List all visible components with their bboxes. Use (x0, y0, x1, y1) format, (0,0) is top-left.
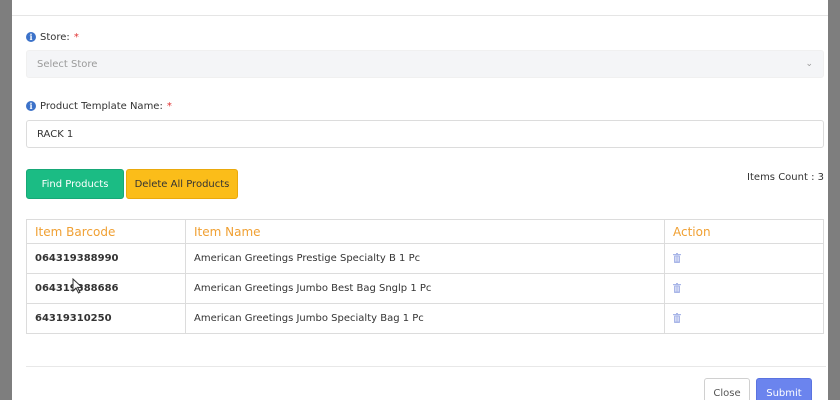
store-label-text: Store: (40, 31, 70, 43)
row-barcode: 064319388990 (26, 243, 186, 274)
store-select-placeholder: Select Store (37, 58, 98, 70)
submit-button[interactable]: Submit (756, 378, 812, 400)
template-name-label: i Product Template Name: * (26, 99, 172, 113)
header-action: Action (664, 219, 824, 244)
row-action-cell (664, 273, 824, 304)
row-action-cell (664, 243, 824, 274)
product-template-modal: i Store: * Select Store ⌄ i Product Temp… (12, 0, 828, 400)
required-mark: * (73, 31, 79, 43)
trash-icon[interactable] (673, 283, 681, 293)
required-mark: * (166, 100, 172, 112)
close-button[interactable]: Close (704, 378, 750, 400)
row-item-name: American Greetings Jumbo Specialty Bag 1… (185, 303, 665, 334)
row-barcode: 64319310250 (26, 303, 186, 334)
row-item-name: American Greetings Jumbo Best Bag Snglp … (185, 273, 665, 304)
trash-icon[interactable] (673, 253, 681, 263)
trash-icon[interactable] (673, 313, 681, 323)
items-count: Items Count : 3 (747, 172, 824, 183)
delete-all-products-button[interactable]: Delete All Products (126, 169, 238, 199)
items-table: Item Barcode Item Name Action 0643193889… (26, 219, 824, 334)
template-name-value: RACK 1 (37, 128, 74, 140)
store-label: i Store: * (26, 30, 79, 44)
row-item-name: American Greetings Prestige Specialty B … (185, 243, 665, 274)
modal-backdrop-left (0, 0, 12, 400)
footer-divider (26, 366, 826, 367)
store-select[interactable]: Select Store ⌄ (26, 50, 824, 78)
table-row: 064319388686 American Greetings Jumbo Be… (26, 273, 824, 304)
header-item-barcode: Item Barcode (26, 219, 186, 244)
info-icon: i (26, 32, 36, 42)
row-barcode: 064319388686 (26, 273, 186, 304)
row-action-cell (664, 303, 824, 334)
modal-backdrop-right (828, 0, 840, 400)
table-row: 64319310250 American Greetings Jumbo Spe… (26, 303, 824, 334)
header-item-name: Item Name (185, 219, 665, 244)
modal-header (12, 0, 828, 16)
mouse-cursor-icon (72, 278, 84, 294)
template-name-input[interactable]: RACK 1 (26, 120, 824, 148)
info-icon: i (26, 101, 36, 111)
template-name-label-text: Product Template Name: (40, 100, 163, 112)
table-row: 064319388990 American Greetings Prestige… (26, 243, 824, 274)
chevron-down-icon: ⌄ (805, 59, 813, 69)
table-header-row: Item Barcode Item Name Action (26, 219, 824, 244)
find-products-button[interactable]: Find Products (26, 169, 124, 199)
